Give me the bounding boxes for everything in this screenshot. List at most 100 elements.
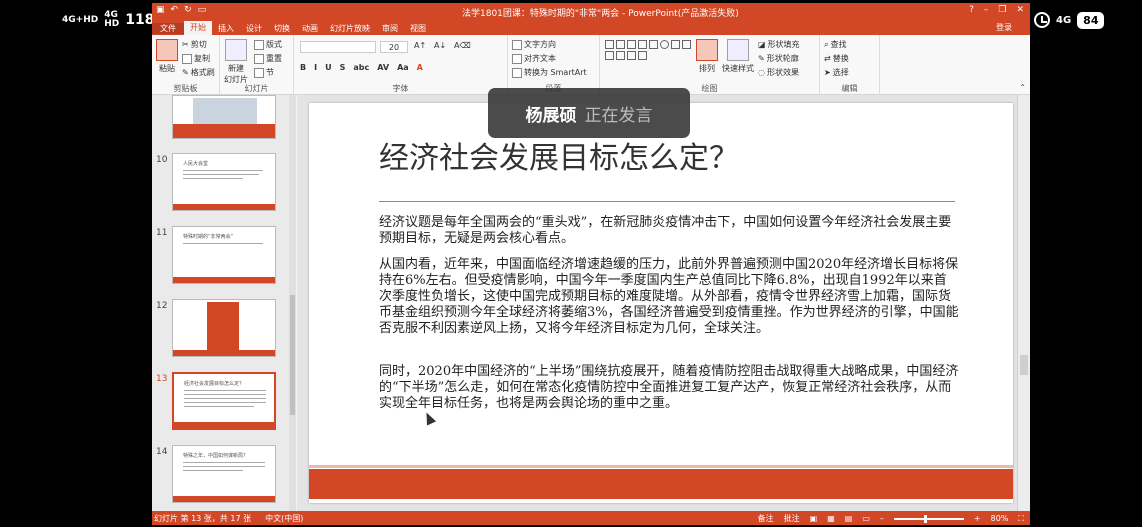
comments-button[interactable]: 批注 xyxy=(784,513,800,524)
arrange-button[interactable]: 排列 xyxy=(696,39,718,74)
login-link[interactable]: 登录 xyxy=(996,21,1012,35)
paste-icon xyxy=(156,39,178,61)
slide-thumbnail[interactable] xyxy=(172,95,276,139)
tab-file[interactable]: 文件 xyxy=(152,22,184,34)
spacing-button[interactable]: AV xyxy=(377,63,389,72)
select-button[interactable]: ➤ 选择 xyxy=(824,67,849,78)
font-color-button[interactable]: A xyxy=(417,63,423,72)
restore-button[interactable]: ❐ xyxy=(998,5,1006,15)
reset-button[interactable]: 重置 xyxy=(254,53,282,64)
slide-number: 14 xyxy=(156,447,168,457)
save-icon[interactable]: ▣ xyxy=(156,5,165,15)
tab-design[interactable]: 设计 xyxy=(240,23,268,34)
rectangle-shape-icon[interactable] xyxy=(605,40,614,49)
window-title: 法学1801团课：特殊时期的"非常"两会 - PowerPoint(产品激活失败… xyxy=(462,9,739,19)
underline-button[interactable]: U xyxy=(325,63,332,72)
strikethrough-button[interactable]: S xyxy=(340,63,346,72)
rectangle-shape-icon[interactable] xyxy=(649,40,658,49)
font-family-select[interactable] xyxy=(300,41,376,53)
undo-icon[interactable]: ↶ xyxy=(171,5,179,15)
arrow-shape-icon[interactable] xyxy=(616,51,625,60)
fit-slide-icon[interactable]: ⛶ xyxy=(1018,514,1024,524)
zoom-out-icon[interactable]: – xyxy=(880,514,884,523)
line-shape-icon[interactable] xyxy=(638,40,647,49)
new-slide-button[interactable]: 新建 幻灯片 xyxy=(224,39,248,85)
tab-transitions[interactable]: 切换 xyxy=(268,23,296,34)
minimize-button[interactable]: – xyxy=(984,5,989,15)
shadow-button[interactable]: abc xyxy=(353,63,369,72)
replace-button[interactable]: ⇄ 替换 xyxy=(824,53,849,64)
group-font: 20 A↑ A↓ A⌫ B I U S abc AV Aa A 字体 xyxy=(294,35,508,95)
arrow-shape-icon[interactable] xyxy=(605,51,614,60)
rounded-rect-shape-icon[interactable] xyxy=(671,40,680,49)
tab-home[interactable]: 开始 xyxy=(184,21,212,35)
notes-button[interactable]: 备注 xyxy=(758,513,774,524)
font-style-buttons: B I U S abc AV Aa A xyxy=(300,63,423,72)
reading-view-icon[interactable]: ▤ xyxy=(845,514,853,523)
language-indicator[interactable]: 中文(中国) xyxy=(265,513,303,524)
text-box-shape-icon[interactable] xyxy=(616,40,625,49)
slide-scrollbar[interactable] xyxy=(1017,95,1030,511)
clear-format-button[interactable]: A⌫ xyxy=(454,41,471,50)
tab-animations[interactable]: 动画 xyxy=(296,23,324,34)
window-controls: ? – ❐ ✕ xyxy=(969,5,1024,15)
slide-thumbnail[interactable]: 特殊之年，中国如何谋新局？ xyxy=(172,445,276,503)
line-shape-icon[interactable] xyxy=(627,40,636,49)
slide-thumbnail[interactable]: 人民大会堂 xyxy=(172,153,276,211)
slide-thumbnail[interactable] xyxy=(172,299,276,357)
paste-button[interactable]: 粘贴 xyxy=(156,39,178,74)
align-text-icon xyxy=(512,53,522,64)
slide-title[interactable]: 经济社会发展目标怎么定？ xyxy=(379,133,739,177)
shape-effects-button[interactable]: ◌ 形状效果 xyxy=(758,67,799,78)
shapes-gallery[interactable] xyxy=(604,39,692,61)
grow-font-button[interactable]: A↑ xyxy=(414,41,426,50)
quick-styles-button[interactable]: 快速样式 xyxy=(722,39,754,74)
layout-button[interactable]: 版式 xyxy=(254,39,282,50)
close-button[interactable]: ✕ xyxy=(1016,5,1024,15)
zoom-level[interactable]: 80% xyxy=(991,514,1009,523)
star-shape-icon[interactable] xyxy=(638,51,647,60)
copy-button[interactable]: 复制 xyxy=(182,53,210,64)
slide-paragraph[interactable]: 经济议题是每年全国两会的“重头戏”，在新冠肺炎疫情冲击下，中国如何设置今年经济社… xyxy=(379,215,959,247)
current-slide[interactable]: 经济社会发展目标怎么定？ 经济议题是每年全国两会的“重头戏”，在新冠肺炎疫情冲击… xyxy=(309,103,1013,503)
tab-review[interactable]: 审阅 xyxy=(376,23,404,34)
brush-icon: ✎ xyxy=(182,68,189,77)
normal-view-icon[interactable]: ▣ xyxy=(810,514,818,523)
tab-insert[interactable]: 插入 xyxy=(212,23,240,34)
slideshow-view-icon[interactable]: ▭ xyxy=(862,514,870,523)
shape-outline-button[interactable]: ✎ 形状轮廓 xyxy=(758,53,799,64)
redo-icon[interactable]: ↻ xyxy=(184,5,192,15)
present-icon[interactable]: ▭ xyxy=(198,5,207,15)
slide-paragraph[interactable]: 同时，2020年中国经济的“上半场”围绕抗疫展开，随着疫情防控阻击战取得重大战略… xyxy=(379,364,959,412)
italic-button[interactable]: I xyxy=(314,63,317,72)
slide-counter: 幻灯片 第 13 张，共 17 张 xyxy=(154,514,252,523)
slide-thumbnail[interactable]: 特殊时期的“非常两会” xyxy=(172,226,276,284)
curve-shape-icon[interactable] xyxy=(627,51,636,60)
zoom-slider[interactable] xyxy=(893,514,964,523)
slide-paragraph[interactable]: 从国内看，近年来，中国面临经济增速趋缓的压力，此前外界普遍预测中国2020年经济… xyxy=(379,257,959,337)
align-text-button[interactable]: 对齐文本 xyxy=(512,53,556,64)
cut-button[interactable]: ✂ 剪切 xyxy=(182,39,207,50)
oval-shape-icon[interactable] xyxy=(660,40,669,49)
shrink-font-button[interactable]: A↓ xyxy=(434,41,446,50)
font-size-select[interactable]: 20 xyxy=(380,41,408,53)
phone-status-left: 4G+HD 4G HD 118K/s xyxy=(0,0,179,40)
group-paragraph: 文字方向 对齐文本 转换为 SmartArt 段落 xyxy=(508,35,600,95)
shape-fill-button[interactable]: ◪ 形状填充 xyxy=(758,39,800,50)
zoom-in-icon[interactable]: + xyxy=(974,514,981,523)
tab-slideshow[interactable]: 幻灯片放映 xyxy=(324,23,376,34)
find-button[interactable]: ⌕ 查找 xyxy=(824,39,846,50)
smartart-button[interactable]: 转换为 SmartArt xyxy=(512,67,587,78)
triangle-shape-icon[interactable] xyxy=(682,40,691,49)
format-painter-button[interactable]: ✎ 格式刷 xyxy=(182,67,215,78)
case-button[interactable]: Aa xyxy=(397,63,409,72)
tab-view[interactable]: 视图 xyxy=(404,23,432,34)
text-direction-button[interactable]: 文字方向 xyxy=(512,39,556,50)
thumbnail-scrollbar[interactable] xyxy=(289,95,296,511)
slide-thumbnail-selected[interactable]: 经济社会发展目标怎么定？ xyxy=(172,372,276,430)
collapse-ribbon-button[interactable]: ⌃ xyxy=(1019,83,1026,92)
sorter-view-icon[interactable]: ▦ xyxy=(827,514,835,523)
help-button[interactable]: ? xyxy=(969,5,974,15)
bold-button[interactable]: B xyxy=(300,63,306,72)
section-button[interactable]: 节 xyxy=(254,67,274,78)
